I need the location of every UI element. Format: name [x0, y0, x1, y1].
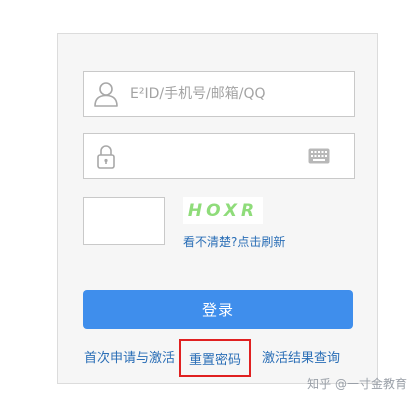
captcha-code: HOXR — [187, 200, 259, 221]
login-button[interactable]: 登录 — [83, 290, 353, 329]
captcha-field[interactable] — [83, 197, 165, 245]
login-page: HOXR 看不清楚?点击刷新 登录 首次申请与激活 重置密码 激活结果查询 知乎… — [0, 0, 417, 405]
refresh-captcha-link[interactable]: 看不清楚?点击刷新 — [183, 233, 285, 250]
reset-password-link[interactable]: 重置密码 — [179, 339, 251, 377]
lock-icon — [97, 145, 115, 169]
keyboard-icon[interactable] — [308, 148, 330, 164]
account-field[interactable] — [83, 71, 355, 117]
first-application-link[interactable]: 首次申请与激活 — [84, 347, 175, 366]
password-input[interactable] — [130, 134, 300, 178]
activation-result-link[interactable]: 激活结果查询 — [262, 347, 340, 366]
password-field[interactable] — [83, 133, 355, 179]
captcha-input[interactable] — [84, 198, 164, 244]
account-input[interactable] — [130, 72, 345, 116]
user-icon — [94, 82, 118, 107]
watermark: 知乎 @一寸金教育 — [307, 377, 407, 391]
captcha-image[interactable]: HOXR — [183, 197, 263, 224]
